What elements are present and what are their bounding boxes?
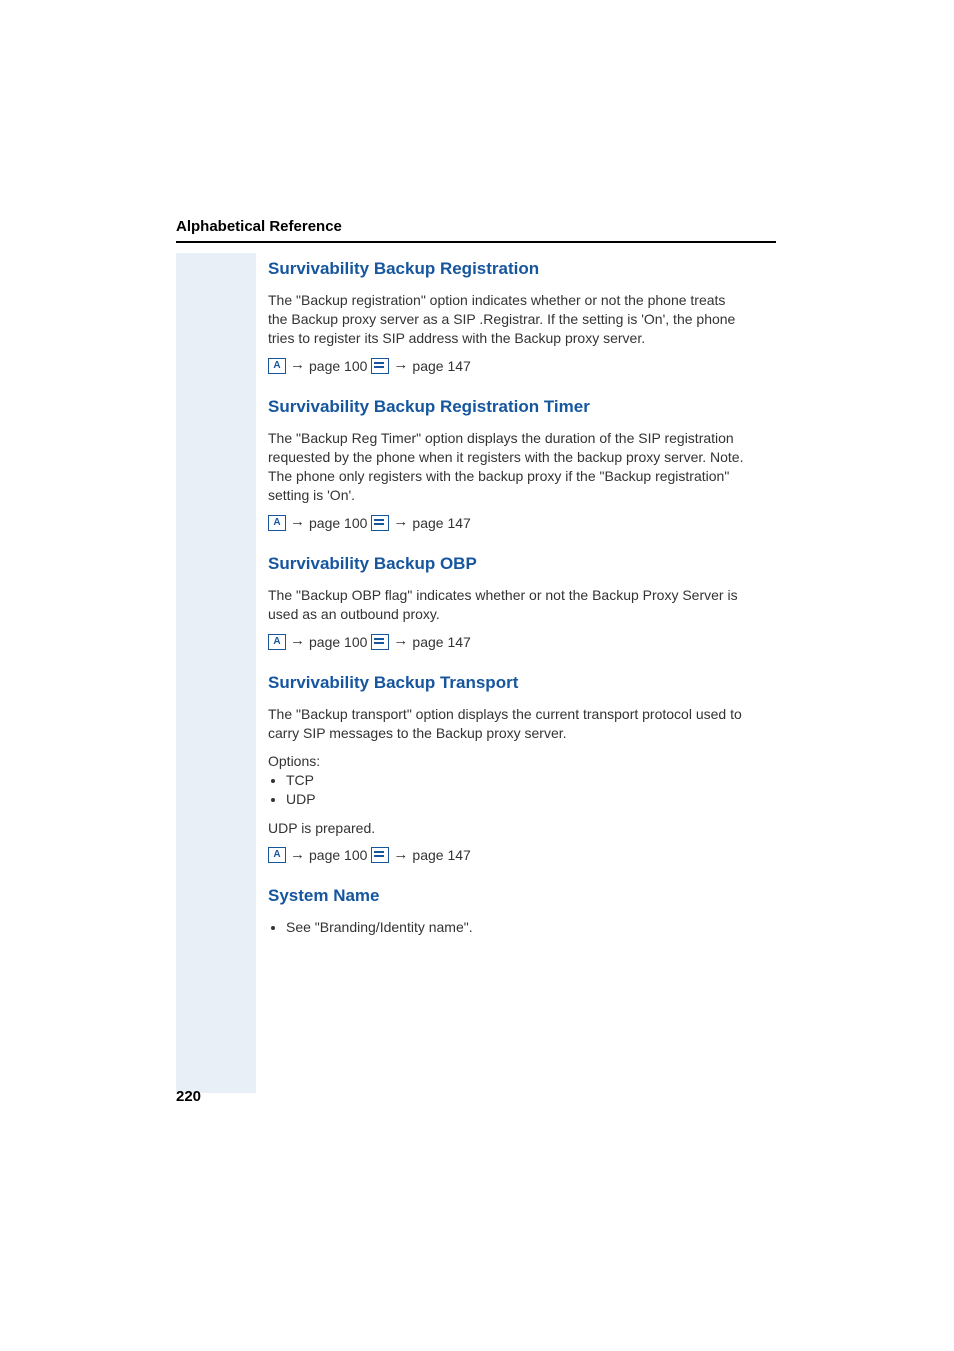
section-heading: Survivability Backup OBP — [268, 553, 748, 574]
document-icon — [371, 847, 389, 863]
page-ref[interactable]: page 147 — [412, 634, 470, 650]
section-heading: Survivability Backup Registration — [268, 258, 748, 279]
arrow-right-icon: → — [393, 847, 408, 862]
section-survivability-backup-transport: Survivability Backup Transport The "Back… — [268, 672, 748, 864]
section-body: The "Backup OBP flag" indicates whether … — [268, 586, 748, 624]
header-rule — [176, 241, 776, 243]
page-ref[interactable]: page 100 — [309, 515, 367, 531]
page: Alphabetical Reference Survivability Bac… — [0, 0, 954, 1351]
document-icon — [371, 515, 389, 531]
arrow-right-icon: → — [393, 357, 408, 372]
arrow-right-icon: → — [290, 357, 305, 372]
section-body: The "Backup transport" option displays t… — [268, 705, 748, 743]
page-ref[interactable]: page 100 — [309, 634, 367, 650]
page-header: Alphabetical Reference — [176, 218, 776, 243]
section-heading: Survivability Backup Registration Timer — [268, 396, 748, 417]
section-survivability-backup-registration-timer: Survivability Backup Registration Timer … — [268, 396, 748, 531]
admin-a-icon: A — [268, 358, 286, 374]
options-list: TCP UDP — [268, 771, 748, 809]
list-item: TCP — [286, 771, 748, 790]
section-body: The "Backup registration" option indicat… — [268, 291, 748, 348]
content-area: Survivability Backup Registration The "B… — [268, 258, 748, 939]
reference-line: A → page 100 → page 147 — [268, 515, 748, 531]
section-survivability-backup-registration: Survivability Backup Registration The "B… — [268, 258, 748, 374]
section-heading: Survivability Backup Transport — [268, 672, 748, 693]
page-ref[interactable]: page 100 — [309, 358, 367, 374]
admin-a-icon: A — [268, 515, 286, 531]
header-title: Alphabetical Reference — [176, 218, 776, 235]
sidebar-strip — [176, 253, 256, 1093]
see-list: See "Branding/Identity name". — [268, 919, 748, 935]
arrow-right-icon: → — [290, 633, 305, 648]
section-system-name: System Name See "Branding/Identity name"… — [268, 885, 748, 934]
reference-line: A → page 100 → page 147 — [268, 847, 748, 863]
document-icon — [371, 358, 389, 374]
arrow-right-icon: → — [290, 847, 305, 862]
document-icon — [371, 634, 389, 650]
reference-line: A → page 100 → page 147 — [268, 358, 748, 374]
list-item: UDP — [286, 790, 748, 809]
arrow-right-icon: → — [393, 514, 408, 529]
page-ref[interactable]: page 100 — [309, 847, 367, 863]
section-body: The "Backup Reg Timer" option displays t… — [268, 429, 748, 505]
options-label: Options: — [268, 753, 748, 769]
admin-a-icon: A — [268, 847, 286, 863]
page-number: 220 — [176, 1088, 201, 1105]
section-survivability-backup-obp: Survivability Backup OBP The "Backup OBP… — [268, 553, 748, 650]
page-ref[interactable]: page 147 — [412, 847, 470, 863]
page-ref[interactable]: page 147 — [412, 358, 470, 374]
list-item: See "Branding/Identity name". — [286, 919, 748, 935]
section-extra: UDP is prepared. — [268, 819, 748, 838]
reference-line: A → page 100 → page 147 — [268, 634, 748, 650]
page-ref[interactable]: page 147 — [412, 515, 470, 531]
section-heading: System Name — [268, 885, 748, 906]
admin-a-icon: A — [268, 634, 286, 650]
arrow-right-icon: → — [393, 633, 408, 648]
arrow-right-icon: → — [290, 514, 305, 529]
